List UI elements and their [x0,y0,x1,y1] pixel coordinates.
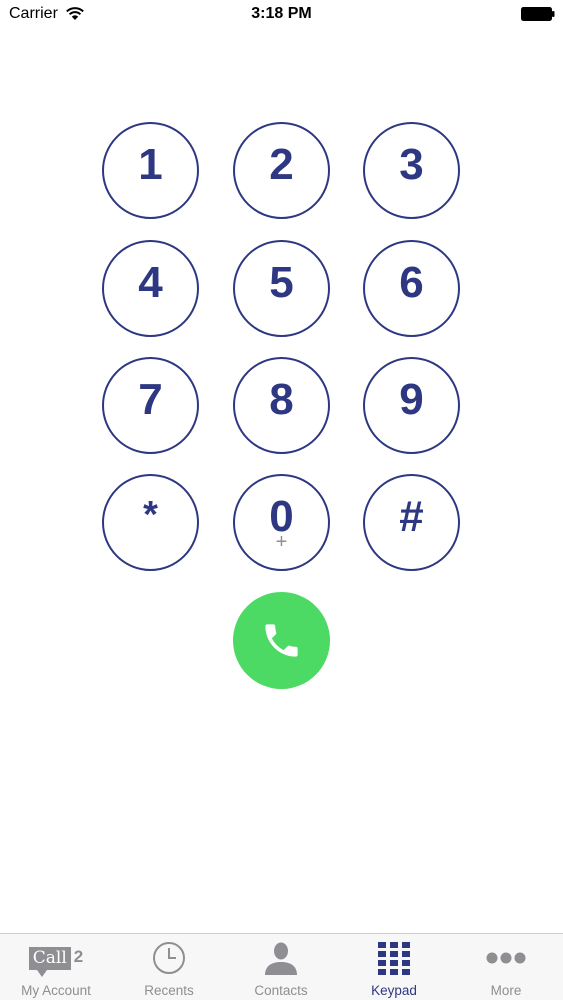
dial-keypad: 1 2 3 4 5 6 7 8 9 * 0 + # [0,0,563,700]
tab-label: My Account [21,983,91,998]
key-hash[interactable]: # [363,474,460,571]
key-digit: 4 [138,258,163,307]
key-digit: 3 [399,140,424,189]
key-digit: 1 [138,140,163,189]
tab-label: More [490,983,522,998]
keypad-grid-icon [378,942,410,975]
key-3[interactable]: 3 [363,122,460,219]
key-star[interactable]: * [102,474,199,571]
more-dots-icon [486,952,526,964]
key-7[interactable]: 7 [102,357,199,454]
key-plus-label: + [275,531,288,553]
key-digit: 5 [269,258,294,307]
key-4[interactable]: 4 [102,240,199,337]
tab-label: Contacts [254,983,308,998]
tab-my-account[interactable]: Call 2 My Account [0,934,112,1000]
key-digit: 2 [269,140,294,189]
clock-icon [153,942,185,974]
tab-recents[interactable]: Recents [113,934,225,1000]
key-digit: 7 [138,375,163,424]
key-digit: # [399,492,424,541]
tab-label: Recents [144,983,194,998]
phone-icon [265,624,298,657]
call2-logo-number: 2 [73,946,84,966]
key-8[interactable]: 8 [233,357,330,454]
call2-logo-text: Call [28,946,71,977]
tab-keypad[interactable]: Keypad [338,934,450,1000]
key-0[interactable]: 0 + [233,474,330,571]
tab-more[interactable]: More [450,934,562,1000]
tab-bar: Call 2 My Account Recents Contacts Keypa… [0,933,563,1000]
key-digit: * [143,494,158,536]
person-icon [265,942,297,975]
key-5[interactable]: 5 [233,240,330,337]
tab-label: Keypad [371,983,417,998]
tab-contacts[interactable]: Contacts [225,934,337,1000]
key-digit: 6 [399,258,424,307]
call2-logo-icon: Call 2 [0,940,112,977]
key-9[interactable]: 9 [363,357,460,454]
call-button[interactable] [233,592,330,689]
key-digit: 9 [399,375,424,424]
key-2[interactable]: 2 [233,122,330,219]
key-digit: 8 [269,375,294,424]
key-1[interactable]: 1 [102,122,199,219]
key-6[interactable]: 6 [363,240,460,337]
